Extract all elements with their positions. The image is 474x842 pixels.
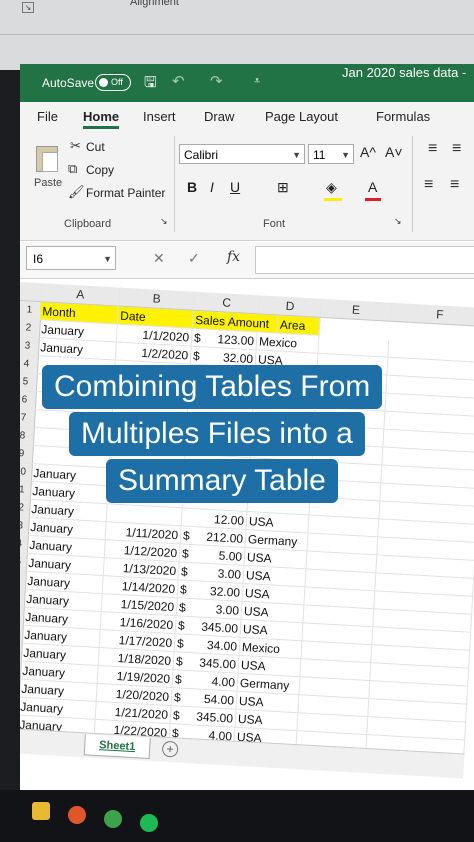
undo-icon[interactable]: ↶ bbox=[172, 72, 185, 90]
font-color-swatch bbox=[365, 198, 381, 201]
cell-currency[interactable]: $ bbox=[191, 328, 209, 348]
insert-function-button[interactable]: fx bbox=[227, 249, 240, 265]
tab-home[interactable]: Home bbox=[83, 109, 120, 129]
grow-font-button[interactable]: A^ bbox=[360, 144, 376, 160]
spotify-icon[interactable] bbox=[140, 814, 158, 832]
align-middle-icon[interactable]: ≡ bbox=[452, 140, 461, 158]
cell-currency[interactable]: $ bbox=[178, 562, 196, 582]
caption-line-1: Combining Tables From bbox=[42, 365, 383, 409]
cell-currency[interactable]: $ bbox=[180, 526, 198, 546]
align-top-icon[interactable]: ≡ bbox=[428, 140, 437, 158]
borders-icon[interactable]: ⊞ bbox=[277, 179, 289, 196]
shrink-font-button[interactable]: A˅ bbox=[385, 144, 403, 160]
cell-currency[interactable]: $ bbox=[179, 544, 197, 564]
customize-toolbar-icon[interactable]: ⩡ bbox=[254, 75, 260, 88]
row-header[interactable]: 2 bbox=[20, 318, 41, 340]
cell-currency[interactable]: $ bbox=[171, 688, 189, 708]
cell-currency[interactable]: $ bbox=[170, 706, 188, 725]
clipboard-group-label: Clipboard bbox=[64, 218, 112, 230]
cell-currency[interactable]: $ bbox=[175, 616, 193, 636]
caption-line-2: Multiples Files into a bbox=[69, 412, 365, 456]
autosave-label: AutoSave bbox=[42, 76, 95, 90]
caption-overlay: Combining Tables From Multiples Files in… bbox=[37, 365, 439, 507]
font-color-icon[interactable]: A bbox=[368, 179, 377, 195]
font-name-value: Calibri bbox=[184, 148, 219, 162]
underline-button[interactable]: U bbox=[230, 179, 240, 195]
fill-color-swatch bbox=[324, 198, 342, 201]
align-left-icon[interactable]: ≡ bbox=[424, 176, 433, 194]
row-header[interactable]: 3 bbox=[20, 336, 40, 358]
font-launcher-icon[interactable]: ↘ bbox=[394, 216, 402, 227]
bold-button[interactable]: B bbox=[187, 179, 197, 195]
tab-formulas[interactable]: Formulas bbox=[376, 109, 430, 124]
sheet-tab[interactable]: Sheet1 bbox=[83, 734, 151, 759]
ribbon-tabs: File Home Insert Draw Page Layout Formul… bbox=[20, 102, 474, 130]
document-title: Jan 2020 sales data - bbox=[342, 65, 467, 80]
header-cell-area[interactable]: Area bbox=[277, 315, 321, 336]
chevron-down-icon: ▼ bbox=[103, 254, 112, 264]
chevron-down-icon: ▼ bbox=[341, 150, 350, 160]
clipboard-launcher-icon[interactable]: ↘ bbox=[160, 216, 168, 227]
cancel-icon[interactable]: ✕ bbox=[153, 250, 165, 267]
tab-page-layout[interactable]: Page Layout bbox=[265, 109, 338, 124]
tab-draw[interactable]: Draw bbox=[204, 109, 234, 124]
font-size-select[interactable]: 11 ▼ bbox=[308, 144, 354, 164]
copy-icon[interactable]: ⧉ bbox=[68, 161, 77, 177]
name-box-value: I6 bbox=[33, 252, 44, 266]
autosave-toggle[interactable]: Off bbox=[95, 74, 131, 91]
cell-currency[interactable]: $ bbox=[190, 346, 208, 366]
enter-icon[interactable]: ✓ bbox=[188, 250, 200, 267]
background-window: ↘ Alignment bbox=[0, 0, 474, 70]
brave-browser-icon[interactable] bbox=[68, 806, 86, 824]
taskbar bbox=[0, 790, 474, 842]
group-separator bbox=[412, 136, 413, 232]
cell-currency[interactable] bbox=[181, 508, 199, 528]
home-ribbon: Paste ✂ Cut ⧉ Copy 🖌 Format Painter Clip… bbox=[20, 130, 474, 241]
autosave-state: Off bbox=[111, 77, 123, 87]
formula-input[interactable] bbox=[255, 246, 474, 274]
tab-file[interactable]: File bbox=[37, 109, 58, 124]
toggle-knob-icon bbox=[99, 78, 108, 87]
align-center-icon[interactable]: ≡ bbox=[450, 176, 459, 194]
formula-bar: I6 ▼ ✕ ✓ fx bbox=[20, 242, 474, 279]
cell-currency[interactable]: $ bbox=[173, 652, 191, 672]
format-painter-button[interactable]: Format Painter bbox=[86, 186, 165, 200]
caption-line-3: Summary Table bbox=[106, 459, 338, 503]
grid-body: A B C D E F 1 Month Date Sales Amount Area 2 January… bbox=[20, 282, 474, 777]
paper-icon bbox=[42, 152, 58, 172]
row-header[interactable]: 1 bbox=[20, 300, 42, 322]
column-header[interactable]: F bbox=[390, 302, 474, 328]
cut-button[interactable]: Cut bbox=[86, 140, 105, 154]
save-icon[interactable]: 🖫 bbox=[144, 72, 157, 97]
cell-currency[interactable]: $ bbox=[174, 634, 192, 654]
title-bar: AutoSave Off 🖫 ↶ ↷ ⩡ Jan 2020 sales data… bbox=[20, 64, 474, 102]
font-name-select[interactable]: Calibri ▼ bbox=[179, 144, 305, 164]
format-painter-icon[interactable]: 🖌 bbox=[68, 184, 85, 200]
italic-button[interactable]: I bbox=[210, 179, 214, 195]
font-group-label: Font bbox=[263, 218, 286, 230]
fill-color-icon[interactable]: ◈ bbox=[326, 179, 337, 196]
cell-currency[interactable]: $ bbox=[176, 598, 194, 618]
font-size-value: 11 bbox=[313, 148, 326, 162]
copy-button[interactable]: Copy bbox=[86, 163, 114, 177]
spreadsheet-grid: A B C D E F 1 Month Date Sales Amount Area 2 January… bbox=[20, 282, 474, 804]
scissors-icon[interactable]: ✂ bbox=[70, 138, 81, 154]
group-separator bbox=[174, 136, 175, 232]
cell-currency[interactable]: $ bbox=[172, 670, 190, 690]
name-box[interactable]: I6 ▼ bbox=[26, 246, 116, 270]
redo-icon[interactable]: ↷ bbox=[210, 72, 223, 90]
tab-insert[interactable]: Insert bbox=[143, 109, 176, 124]
divider bbox=[0, 34, 474, 35]
select-all-corner[interactable] bbox=[20, 282, 43, 303]
alignment-group-label: Alignment bbox=[130, 0, 179, 8]
chrome-icon[interactable] bbox=[104, 810, 122, 828]
chevron-down-icon: ▼ bbox=[292, 150, 301, 160]
file-explorer-icon[interactable] bbox=[32, 802, 50, 820]
paste-button[interactable] bbox=[32, 140, 60, 172]
column-header[interactable]: E bbox=[320, 298, 393, 322]
paste-label: Paste bbox=[34, 177, 63, 189]
dialog-launcher-icon: ↘ bbox=[22, 2, 34, 13]
cell-currency[interactable]: $ bbox=[177, 580, 195, 600]
